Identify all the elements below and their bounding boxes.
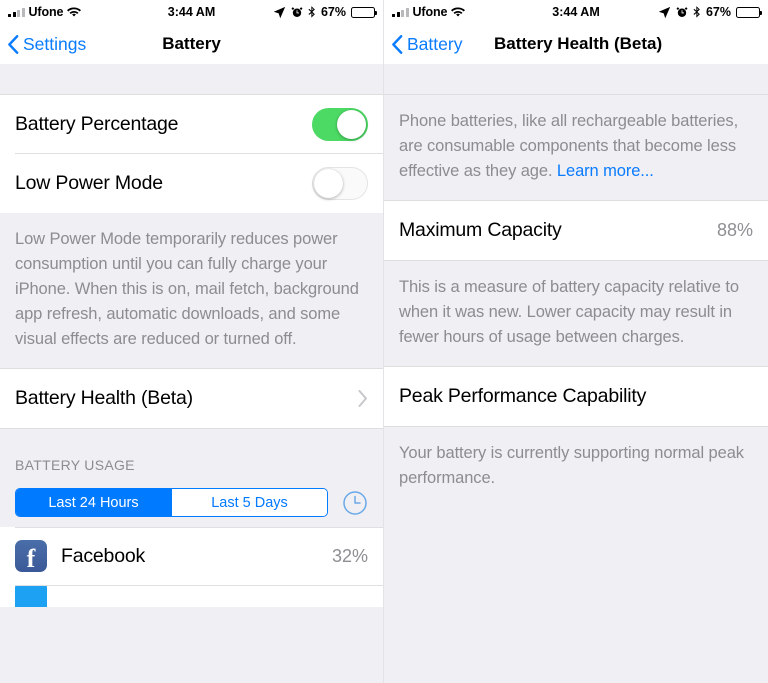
back-button-settings[interactable]: Settings	[8, 34, 86, 55]
maximum-capacity-value: 88%	[716, 220, 753, 240]
carrier-label: Ufone	[28, 5, 64, 19]
back-button-label: Settings	[23, 33, 87, 54]
toggle-knob	[337, 110, 366, 139]
low-power-mode-row-label: Low Power Mode	[15, 172, 163, 194]
battery-percentage-toggle[interactable]	[312, 108, 368, 141]
row-separator	[15, 585, 383, 586]
row-battery-percentage[interactable]: Battery Percentage	[0, 95, 383, 154]
segment-last-5-days[interactable]: Last 5 Days	[171, 489, 327, 516]
battery-percentage-label: 67%	[320, 5, 346, 19]
wifi-icon	[67, 7, 82, 18]
maximum-capacity-card: Maximum Capacity 88%	[384, 201, 768, 260]
segment-last-24-hours[interactable]: Last 24 Hours	[16, 489, 171, 516]
battery-toggles-card: Battery Percentage Low Power Mode	[0, 95, 383, 213]
right-screen-battery-health: Ufone 3:44 AM 67% Battery Battery Health…	[384, 0, 768, 683]
peak-performance-card: Peak Performance Capability	[384, 367, 768, 426]
battery-percentage-label: 67%	[705, 5, 731, 19]
alarm-clock-icon	[291, 6, 303, 18]
app-icon	[15, 585, 47, 607]
signal-bars-icon	[8, 7, 25, 17]
alarm-clock-icon	[676, 6, 688, 18]
battery-usage-header: BATTERY USAGE	[0, 429, 383, 480]
low-power-mode-toggle[interactable]	[312, 167, 368, 200]
battery-icon	[351, 6, 378, 18]
right-content: Phone batteries, like all rechargeable b…	[384, 64, 768, 507]
location-arrow-icon	[658, 6, 671, 19]
location-arrow-icon	[273, 6, 286, 19]
row-battery-health[interactable]: Battery Health (Beta)	[0, 369, 383, 428]
maximum-capacity-label: Maximum Capacity	[399, 219, 562, 241]
segmented-control-usage-range[interactable]: Last 24 Hours Last 5 Days	[15, 488, 328, 517]
row-low-power-mode[interactable]: Low Power Mode	[0, 154, 383, 213]
peak-performance-description: Your battery is currently supporting nor…	[384, 427, 768, 507]
low-power-mode-description: Low Power Mode temporarily reduces power…	[0, 213, 383, 368]
toggle-knob	[314, 169, 343, 198]
back-button-label: Battery	[407, 33, 463, 54]
nav-bar-left: Settings Battery	[0, 24, 383, 64]
status-bar-right: Ufone 3:44 AM 67%	[384, 0, 768, 24]
left-screen-battery-settings: Ufone 3:44 AM 67% Settings Battery Batte…	[0, 0, 384, 683]
battery-icon	[736, 6, 763, 18]
section-gap	[384, 64, 768, 95]
battery-health-row-label: Battery Health (Beta)	[15, 387, 193, 409]
battery-percentage-row-label: Battery Percentage	[15, 113, 179, 135]
signal-bars-icon	[392, 7, 409, 17]
usage-range-controls: Last 24 Hours Last 5 Days	[0, 480, 383, 527]
battery-health-card: Battery Health (Beta)	[0, 369, 383, 428]
back-button-battery[interactable]: Battery	[392, 34, 462, 55]
table-row[interactable]	[0, 585, 383, 607]
clock-icon[interactable]	[342, 490, 368, 516]
status-bar-left: Ufone 3:44 AM 67%	[0, 0, 383, 24]
battery-usage-app-list: f Facebook 32%	[0, 527, 383, 607]
battery-health-intro: Phone batteries, like all rechargeable b…	[384, 95, 768, 200]
nav-bar-right: Battery Battery Health (Beta)	[384, 24, 768, 64]
learn-more-link[interactable]: Learn more...	[557, 162, 654, 180]
left-content: Battery Percentage Low Power Mode Low Po…	[0, 64, 383, 607]
row-separator	[15, 527, 383, 528]
bluetooth-icon	[308, 5, 316, 19]
status-bar-right-group: 67%	[273, 5, 378, 19]
status-bar-left-group: Ufone	[8, 5, 82, 19]
app-usage-percent: 32%	[331, 545, 368, 566]
wifi-icon	[451, 7, 466, 18]
bluetooth-icon	[693, 5, 701, 19]
chevron-right-icon	[358, 390, 368, 407]
status-bar-right-group: 67%	[658, 5, 763, 19]
table-row[interactable]: f Facebook 32%	[0, 527, 383, 585]
dual-screenshot-container: Ufone 3:44 AM 67% Settings Battery Batte…	[0, 0, 768, 683]
row-maximum-capacity: Maximum Capacity 88%	[384, 201, 768, 260]
chevron-left-icon	[392, 34, 403, 54]
section-gap	[0, 64, 383, 95]
row-peak-performance: Peak Performance Capability	[384, 367, 768, 426]
facebook-icon: f	[15, 540, 47, 572]
maximum-capacity-description: This is a measure of battery capacity re…	[384, 261, 768, 366]
peak-performance-label: Peak Performance Capability	[399, 385, 647, 407]
page-title: Battery Health (Beta)	[494, 34, 663, 53]
status-bar-left-group: Ufone	[392, 5, 466, 19]
carrier-label: Ufone	[412, 5, 448, 19]
app-name-label: Facebook	[61, 544, 146, 567]
chevron-left-icon	[8, 34, 19, 54]
